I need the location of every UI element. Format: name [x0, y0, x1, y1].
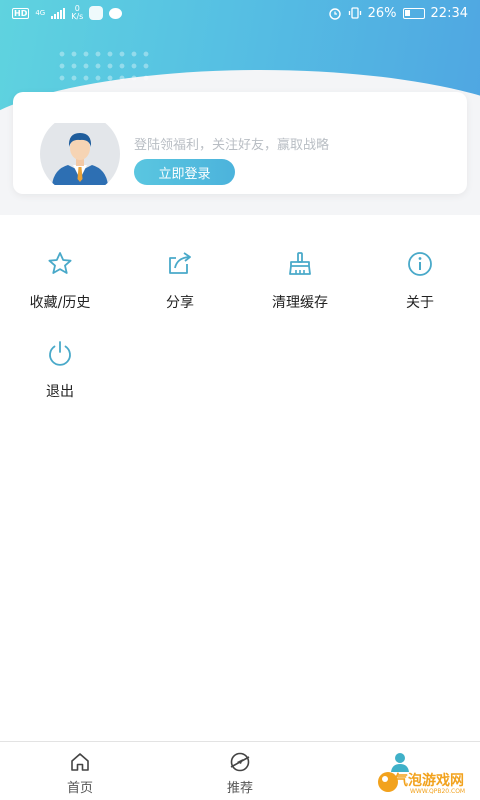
battery-percent: 26% — [367, 5, 397, 21]
menu-item-label: 退出 — [46, 384, 74, 400]
share-icon — [169, 252, 191, 274]
menu-item-logout[interactable]: 退出 — [0, 337, 120, 401]
star-icon — [48, 252, 72, 274]
menu-item-share[interactable]: 分享 — [120, 248, 240, 312]
alarm-icon — [328, 8, 341, 20]
nav-item-recommend[interactable]: 推荐 — [160, 742, 320, 796]
login-card: 登陆领福利，关注好友，赢取战略 立即登录 — [13, 92, 467, 194]
hd-indicator: HD — [12, 7, 30, 19]
menu-item-label: 收藏/历史 — [29, 295, 91, 311]
menu-item-label: 清理缓存 — [272, 295, 328, 311]
app-notification-icon — [89, 6, 104, 20]
menu-item-about[interactable]: 关于 — [360, 248, 480, 312]
chat-notification-icon — [109, 7, 123, 19]
battery-icon — [402, 7, 425, 19]
net-gen-indicator: 4G — [35, 9, 46, 17]
menu-item-label: 关于 — [406, 295, 434, 311]
avatar[interactable] — [40, 123, 120, 185]
info-icon — [408, 252, 432, 276]
compass-icon — [230, 752, 250, 772]
watermark-subtext: WWW.QPB20.COM — [410, 788, 466, 795]
menu-item-favorites-history[interactable]: 收藏/历史 — [0, 248, 120, 312]
login-button[interactable]: 立即登录 — [134, 159, 235, 185]
net-speed: 0 K/s — [71, 5, 83, 21]
status-bar: HD 4G 0 K/s 26% 22:34 — [0, 0, 480, 26]
home-icon — [71, 753, 89, 771]
menu-item-clear-cache[interactable]: 清理缓存 — [240, 248, 360, 312]
login-hint-text: 登陆领福利，关注好友，赢取战略 — [134, 138, 330, 153]
nav-label: 首页 — [66, 781, 93, 796]
watermark-text: 气泡游戏网 — [394, 773, 464, 789]
signal-icon — [51, 7, 66, 19]
net-speed-unit: K/s — [71, 12, 84, 21]
vibrate-icon — [348, 7, 361, 19]
header-dot-pattern — [56, 48, 152, 84]
power-icon — [49, 341, 71, 366]
menu-item-label: 分享 — [166, 295, 194, 311]
broom-icon — [289, 252, 311, 275]
nav-label: 推荐 — [226, 781, 253, 796]
nav-item-home[interactable]: 首页 — [0, 742, 160, 796]
clock: 22:34 — [430, 5, 468, 21]
